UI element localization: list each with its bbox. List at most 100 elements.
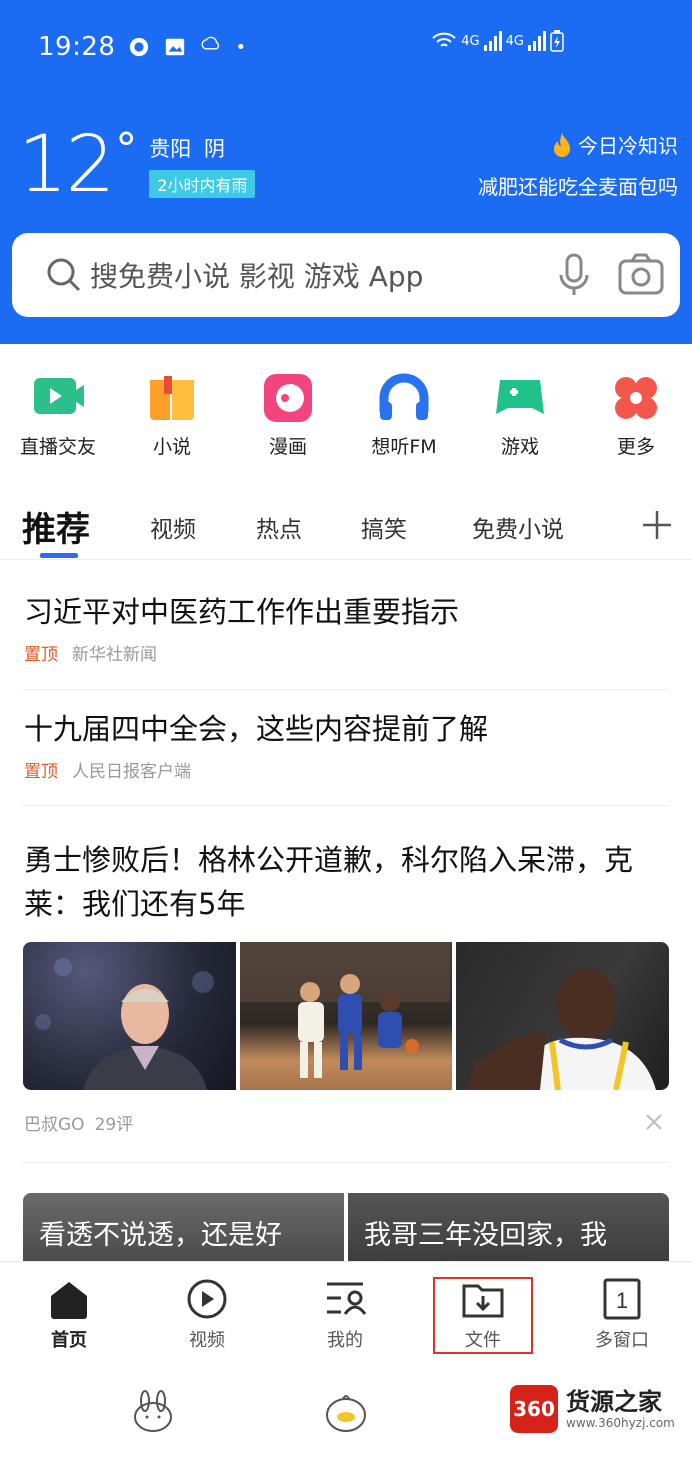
status-bar-right: 4G 4G	[431, 30, 564, 52]
degree-symbol: °	[115, 124, 138, 175]
video-card[interactable]: 我哥三年没回家，我	[348, 1193, 669, 1261]
tab-recommend[interactable]: 推荐	[22, 502, 90, 551]
chick-icon[interactable]	[323, 1389, 369, 1435]
search-bar[interactable]: 搜免费小说 影视 游戏 App	[12, 233, 680, 317]
window-count: 1	[616, 1288, 628, 1313]
quick-apps: 直播交友 小说 漫画 想听FM 游戏 更多	[0, 372, 692, 472]
news-image-coach	[23, 942, 236, 1090]
news-source: 新华社新闻	[72, 645, 157, 665]
image-icon	[166, 38, 185, 56]
rain-forecast-badge: 2小时内有雨	[149, 170, 256, 198]
tab-hot[interactable]: 热点	[256, 510, 302, 544]
app-label: 更多	[616, 436, 655, 458]
search-placeholder: 搜免费小说 影视 游戏 App	[90, 260, 424, 293]
app-label: 想听FM	[371, 436, 437, 458]
app-label: 直播交友	[19, 436, 96, 458]
tab-free-novel[interactable]: 免费小说	[472, 510, 564, 544]
nav-video[interactable]: 视频	[157, 1278, 257, 1352]
news-image-row[interactable]	[23, 942, 669, 1090]
live-video-icon	[34, 378, 84, 414]
home-icon	[51, 1282, 87, 1319]
nav-label: 多窗口	[595, 1330, 649, 1351]
watermark-name: 货源之家	[566, 1388, 662, 1416]
watermark-badge: 360	[510, 1385, 558, 1433]
profile-icon	[327, 1282, 367, 1315]
battery-icon	[550, 30, 564, 52]
divider	[22, 805, 669, 806]
comment-count: 29评	[94, 1115, 134, 1135]
daily-trivia[interactable]: 今日冷知识 减肥还能吃全麦面包吗	[478, 132, 678, 200]
nav-home[interactable]: 首页	[19, 1278, 119, 1352]
app-comic[interactable]: 漫画	[230, 372, 346, 459]
weather-widget[interactable]: 12 ° 贵阳 阴 2小时内有雨	[18, 120, 256, 210]
pinned-label: 置顶	[24, 645, 58, 665]
active-tab-indicator	[40, 553, 78, 558]
news-item[interactable]: 习近平对中医药工作作出重要指示 置顶 新华社新闻	[24, 590, 669, 665]
nav-label: 首页	[51, 1330, 87, 1351]
pinned-label: 置顶	[24, 762, 58, 782]
video-card[interactable]: 看透不说透，还是好	[23, 1193, 344, 1261]
divider	[22, 689, 669, 690]
trivia-text: 减肥还能吃全麦面包吗	[478, 175, 678, 199]
news-image-player	[456, 942, 669, 1090]
microphone-icon[interactable]	[558, 253, 590, 297]
tab-funny[interactable]: 搞笑	[361, 510, 407, 544]
news-image-game	[239, 942, 453, 1090]
news-title: 十九届四中全会，这些内容提前了解	[24, 712, 489, 746]
nav-mine[interactable]: 我的	[295, 1278, 395, 1352]
bottom-navigation: 首页 视频 我的 文件 1 多窗口	[0, 1261, 692, 1371]
app-more[interactable]: 更多	[578, 372, 692, 459]
header: 19:28 • 4G 4G 12 ° 贵阳 阴 2小时内有雨 今日冷知识 减肥还…	[0, 0, 692, 344]
watermark: 360 货源之家 www.360hyzj.com	[510, 1385, 675, 1433]
tab-video[interactable]: 视频	[150, 510, 196, 544]
app-fm[interactable]: 想听FM	[346, 372, 462, 459]
dismiss-icon[interactable]	[644, 1112, 664, 1132]
grid-more-icon	[615, 377, 657, 419]
nav-label: 视频	[189, 1330, 225, 1351]
nav-label: 我的	[327, 1330, 363, 1351]
news-title: 勇士惨败后！格林公开道歉，科尔陷入呆滞，克莱：我们还有5年	[24, 843, 634, 921]
app-live[interactable]: 直播交友	[0, 372, 116, 459]
news-source: 巴叔GO	[24, 1115, 85, 1135]
watermark-url: www.360hyzj.com	[566, 1416, 675, 1430]
signal-label-2: 4G	[505, 33, 524, 49]
app-game[interactable]: 游戏	[462, 372, 578, 459]
video-cards: 看透不说透，还是好 我哥三年没回家，我	[23, 1193, 669, 1261]
news-item[interactable]: 十九届四中全会，这些内容提前了解 置顶 人民日报客户端	[24, 707, 669, 782]
notification-dot-icon: •	[235, 36, 247, 58]
status-bar: 19:28 •	[38, 30, 246, 64]
signal-bars-icon	[483, 31, 502, 51]
headphone-icon	[379, 373, 429, 420]
city-name: 贵阳	[149, 137, 192, 161]
camera-icon[interactable]	[618, 253, 664, 297]
gamepad-icon	[496, 380, 544, 414]
nav-multi-window[interactable]: 1 多窗口	[572, 1278, 672, 1352]
category-tabs: 推荐 视频 热点 搞笑 免费小说	[0, 500, 692, 560]
divider	[22, 1162, 669, 1163]
comic-icon	[264, 374, 312, 422]
play-circle-icon	[187, 1279, 227, 1319]
news-meta-row: 巴叔GO 29评	[24, 1110, 669, 1135]
status-time: 19:28	[38, 32, 116, 62]
highlight-box	[433, 1277, 533, 1354]
temperature: 12	[18, 120, 115, 210]
app-novel[interactable]: 小说	[114, 372, 230, 459]
search-icon	[47, 258, 81, 292]
news-item[interactable]: 勇士惨败后！格林公开道歉，科尔陷入呆滞，克莱：我们还有5年	[24, 838, 669, 926]
weather-condition: 阴	[203, 137, 225, 161]
news-title: 习近平对中医药工作作出重要指示	[24, 595, 460, 629]
bunny-icon[interactable]	[130, 1389, 176, 1435]
window-count-icon: 1	[603, 1278, 641, 1320]
wifi-icon	[432, 32, 456, 47]
book-icon	[150, 376, 194, 420]
app-label: 游戏	[500, 436, 539, 458]
news-source: 人民日报客户端	[72, 762, 191, 782]
message-icon	[130, 37, 149, 57]
app-label: 漫画	[268, 436, 307, 458]
add-tab-icon[interactable]	[640, 508, 674, 542]
signal-bars-icon	[528, 31, 546, 51]
app-label: 小说	[152, 436, 191, 458]
trivia-title: 今日冷知识	[578, 134, 678, 158]
signal-label-1: 4G	[461, 33, 480, 49]
cloud-rain-icon	[201, 36, 220, 50]
